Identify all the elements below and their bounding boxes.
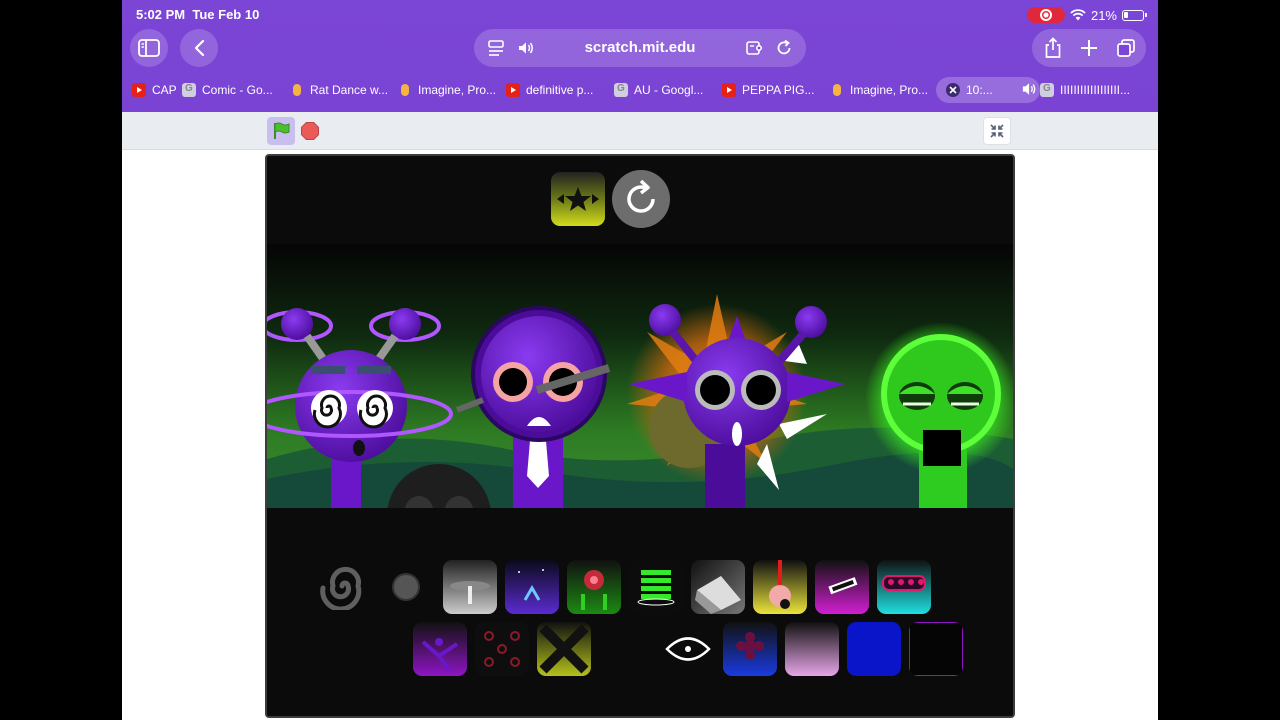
tab-9[interactable]: 10:...: [936, 77, 1040, 103]
reset-button[interactable]: [611, 169, 671, 229]
exit-fullscreen-button[interactable]: [983, 117, 1011, 145]
tab-speaker-icon[interactable]: [1021, 81, 1039, 100]
shrink-icon: [990, 124, 1004, 138]
eye-tile[interactable]: [661, 622, 715, 676]
battery-percent: 21%: [1090, 7, 1117, 23]
tab-6[interactable]: AU - Googl...: [614, 77, 722, 103]
screen-record-icon[interactable]: [1026, 7, 1065, 23]
google-icon: [614, 83, 628, 97]
spiral-button[interactable]: [317, 562, 373, 610]
scratch-player-toolbar: [122, 112, 1158, 150]
safari-chrome: 5:02 PM Tue Feb 10 21% scratch.mit.edu C: [122, 0, 1158, 112]
project-stage[interactable]: [265, 154, 1015, 718]
tab-3[interactable]: Rat Dance w...: [290, 77, 398, 103]
fan-tile[interactable]: [691, 560, 745, 614]
dark-square-tile[interactable]: [909, 622, 963, 676]
tab-label: Imagine, Pro...: [418, 83, 497, 97]
new-tab-icon[interactable]: [1080, 39, 1098, 57]
address-bar[interactable]: scratch.mit.edu: [474, 29, 806, 67]
bonus-star-button[interactable]: [551, 172, 605, 226]
youtube-icon: [132, 83, 146, 97]
tab-label: PEPPA PIG...: [742, 83, 815, 97]
ipad-screen: 5:02 PM Tue Feb 10 21% scratch.mit.edu C: [122, 0, 1158, 720]
youtube-icon: [722, 83, 736, 97]
tab-1[interactable]: CAP: [132, 77, 182, 103]
tab-label: definitive p...: [526, 83, 594, 97]
tab-10[interactable]: IIIIIIIIIIIIIIIIII...: [1040, 77, 1140, 103]
flower-tile[interactable]: [567, 560, 621, 614]
green-flag-button[interactable]: [267, 117, 295, 145]
sidebar-button[interactable]: [130, 29, 168, 67]
scratch-icon: [398, 83, 412, 97]
tab-label: AU - Googl...: [634, 83, 704, 97]
pink-gradient-tile[interactable]: [785, 622, 839, 676]
sidebar-icon: [138, 39, 160, 57]
yellow-x-tile[interactable]: [537, 622, 591, 676]
green-stripes-tile[interactable]: [629, 560, 683, 614]
right-actions: [1032, 29, 1146, 67]
lightning-tile[interactable]: [505, 560, 559, 614]
blue-flower-tile[interactable]: [723, 622, 777, 676]
reload-icon[interactable]: [774, 38, 794, 58]
red-dots-tile[interactable]: [475, 622, 529, 676]
chevron-left-icon: [194, 39, 205, 57]
pendulum-tile[interactable]: [753, 560, 807, 614]
tab-label: Comic - Go...: [202, 83, 273, 97]
youtube-icon: [506, 83, 520, 97]
tab-8[interactable]: Imagine, Pro...: [830, 77, 936, 103]
cyan-crowd-tile[interactable]: [877, 560, 931, 614]
blue-square-tile[interactable]: [847, 622, 901, 676]
scratch-icon: [830, 83, 844, 97]
tab-4[interactable]: Imagine, Pro...: [398, 77, 506, 103]
battery-icon: [1122, 9, 1147, 21]
tabs-overview-icon[interactable]: [1116, 38, 1136, 58]
wifi-icon: [1070, 9, 1086, 21]
tab-bar: CAP Comic - Go... Rat Dance w... Imagine, P…: [132, 77, 1148, 103]
google-icon: [182, 83, 196, 97]
tab-label: IIIIIIIIIIIIIIIIII...: [1060, 83, 1131, 97]
status-indicators: 21%: [1026, 7, 1147, 23]
status-time: 5:02 PM Tue Feb 10: [136, 7, 260, 22]
scratch-icon: [290, 83, 304, 97]
tab-7[interactable]: PEPPA PIG...: [722, 77, 830, 103]
share-icon[interactable]: [1044, 37, 1062, 59]
round-dot-button[interactable]: [391, 572, 421, 602]
close-icon[interactable]: [946, 83, 960, 97]
extensions-icon[interactable]: [744, 38, 764, 58]
stop-button[interactable]: [301, 122, 319, 140]
tab-5[interactable]: definitive p...: [506, 77, 614, 103]
tab-label: Rat Dance w...: [310, 83, 389, 97]
green-flag-icon: [274, 122, 290, 139]
tab-label: Imagine, Pro...: [850, 83, 929, 97]
google-icon: [1040, 83, 1054, 97]
back-button[interactable]: [180, 29, 218, 67]
tab-label: CAP: [152, 83, 177, 97]
tab-label: 10:...: [966, 83, 993, 97]
tab-2[interactable]: Comic - Go...: [182, 77, 290, 103]
star-burst-tile[interactable]: [413, 622, 467, 676]
cymbal-tile[interactable]: [443, 560, 497, 614]
scene-view: [267, 244, 1013, 508]
purple-card-tile[interactable]: [815, 560, 869, 614]
